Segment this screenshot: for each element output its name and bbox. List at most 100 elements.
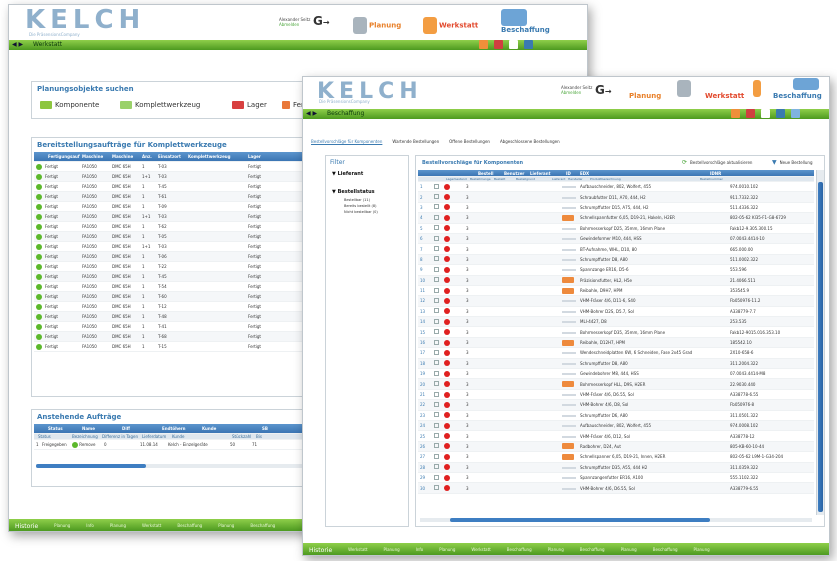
row-checkbox[interactable] — [432, 246, 442, 252]
footer-link[interactable]: Planung — [548, 547, 564, 552]
row-checkbox[interactable] — [432, 225, 442, 231]
table-row[interactable]: Fertigt FA1050 DMC 65H 1 T-22 Fertigt — [34, 262, 310, 272]
table-row[interactable]: 24 3 Aufbauschneider, 802, Wolfert, 455 97… — [418, 420, 814, 432]
grid-icon[interactable] — [776, 109, 785, 118]
row-checkbox[interactable] — [432, 235, 442, 242]
footer-link[interactable]: Beschaffung — [507, 547, 532, 552]
filter-option[interactable]: Nicht bestellbar (0) — [326, 209, 408, 215]
table-row[interactable]: 26 3 Radbohrer, D24, Aut 805-KB-60-10-44 — [418, 441, 814, 453]
footer-link[interactable]: Werkstatt — [348, 547, 367, 552]
row-checkbox[interactable] — [432, 339, 442, 346]
table-row[interactable]: 10 3 Präzisionsfutter, HL2, H5e 21.4066.51… — [418, 275, 814, 286]
row-checkbox[interactable] — [432, 349, 442, 356]
row-checkbox[interactable] — [432, 485, 442, 491]
logout-icon[interactable]: G→ — [595, 83, 612, 97]
table-row[interactable]: 7 3 BT-Aufnahme, WHL, D10, 80 665.000.00 — [418, 244, 814, 255]
table-row[interactable]: Fertigt FA1050 DMC 65H 1 T-06 Fertigt — [34, 252, 310, 262]
logout-icon[interactable]: G→ — [313, 14, 330, 28]
table-row[interactable]: 23 3 Schrumpffutter D6, A80 311.0501.322 — [418, 411, 814, 421]
table-row[interactable]: Fertigt FA1050 DMC 65H 1 T-12 Fertigt — [34, 302, 310, 312]
col-header[interactable]: ID — [564, 171, 578, 176]
table-row[interactable]: Fertigt FA1050 DMC 65H 1+1 T-03 Fertigt — [34, 212, 310, 222]
table-row[interactable]: Fertigt FA1050 DMC 65H 1 T-48 Fertigt — [34, 312, 310, 322]
footer-link[interactable]: Historie — [15, 523, 38, 530]
footer-link[interactable]: Beschaffung — [250, 523, 275, 528]
scroll-thumb[interactable] — [450, 518, 710, 522]
col-header[interactable]: Status — [34, 426, 80, 431]
footer-link[interactable]: Planung — [110, 523, 126, 528]
tab-offene[interactable]: Offene Bestellungen — [449, 139, 490, 144]
pending-row[interactable]: 1 Freigegeben Remove 0 11.08.14 Kelch - … — [34, 440, 310, 450]
logout-link[interactable]: Abmelden — [279, 22, 310, 27]
col-header[interactable]: Einsatzort — [156, 154, 186, 159]
row-checkbox[interactable] — [432, 183, 442, 190]
footer-link[interactable]: Beschaffung — [580, 547, 605, 552]
table-row[interactable]: 19 3 Gewindebohrer M8, 444, HSS 07.0043.44… — [418, 369, 814, 380]
col-header[interactable]: Endtöhern — [160, 426, 200, 431]
truck-small-icon[interactable] — [791, 109, 800, 118]
col-header[interactable]: Anz. — [140, 154, 156, 159]
footer-link[interactable]: Planung — [439, 547, 455, 552]
row-checkbox[interactable] — [432, 214, 442, 221]
table-row[interactable]: Fertigt FA1050 DMC 65H 1 T-45 Fertigt — [34, 182, 310, 192]
lager-button[interactable]: Lager — [232, 101, 267, 109]
komponente-button[interactable]: Komponente — [40, 101, 99, 109]
footer-link[interactable]: Planung — [218, 523, 234, 528]
row-checkbox[interactable] — [432, 266, 442, 273]
table-row[interactable]: 20 3 Bohrmesserkopf HLL, D9S, H2ER 22.9030… — [418, 379, 814, 390]
module-beschaffung[interactable]: Beschaffung — [501, 9, 550, 34]
table-row[interactable]: 18 3 Schrumpffutter D8, A80 311.2004.322 — [418, 358, 814, 370]
tab-abgeschlossene[interactable]: Abgeschlossene Bestellungen — [500, 139, 560, 144]
col-header[interactable]: Komplettwerkzeug — [186, 154, 246, 159]
filter-group-bestellstatus[interactable]: ▼ Bestellstatus — [326, 187, 408, 197]
table-row[interactable]: 21 3 VHM-Fräser 4/6, D6.55, Sol A338778-6.… — [418, 390, 814, 401]
col-header[interactable]: Fertigungsauftrag — [34, 154, 80, 159]
row-checkbox[interactable] — [432, 329, 442, 335]
flag-icon[interactable] — [746, 109, 755, 118]
row-checkbox[interactable] — [432, 464, 442, 470]
table-row[interactable]: 4 3 Schnellspannfutter 6,05, D19-21, Hake… — [418, 213, 814, 224]
pending-hscroll[interactable] — [36, 464, 312, 468]
table-row[interactable]: 30 3 VHM-Bohrer 4/6, D6.55, Sol A338779-6.… — [418, 483, 814, 494]
tool-icon[interactable] — [479, 40, 488, 49]
table-row[interactable]: 6 3 Gewindeformer M10, 444, HSS 07.0043.44… — [418, 233, 814, 245]
col-header[interactable]: Bestell — [476, 171, 502, 176]
table-row[interactable]: 12 3 VHM-Fräser 4/6, D11-6, S40 Fb050976-1… — [418, 296, 814, 307]
refresh-proposals-button[interactable]: ⟳ Bestellvorschläge aktualisieren — [682, 159, 752, 166]
table-row[interactable]: Fertigt FA1050 DMC 65H 1 T-45 Fertigt — [34, 272, 310, 282]
komplettwerkzeug-button[interactable]: Komplettwerkzeug — [120, 101, 200, 109]
col-header[interactable]: Kunde — [200, 426, 260, 431]
col-header[interactable]: IDNR — [708, 171, 788, 176]
col-header[interactable]: Maschine — [110, 154, 140, 159]
row-checkbox[interactable] — [432, 277, 442, 283]
table-row[interactable]: 9 3 Spannzange ER16, D5-6 553.596 — [418, 265, 814, 276]
footer-link[interactable]: Historie — [309, 547, 332, 554]
tab-wartende[interactable]: Wartende Bestellungen — [392, 139, 439, 144]
table-row[interactable]: 17 3 Wendeschneidplatten 6W, 6 Schneiden,… — [418, 348, 814, 359]
col-header[interactable]: Lieferant — [528, 171, 564, 176]
table-row[interactable]: 22 3 VHM-Bohrer 4/6, D8, Sol Fb050976-8 — [418, 400, 814, 411]
table-row[interactable]: 29 3 Spannzangenfutter ER16, A100 555.1102… — [418, 473, 814, 484]
row-checkbox[interactable] — [432, 443, 442, 449]
module-werkstatt[interactable]: Werkstatt — [423, 17, 478, 34]
col-header[interactable]: Maschine — [80, 154, 110, 159]
col-header[interactable]: Name — [80, 426, 120, 431]
table-row[interactable]: Fertigt FA1050 DMC 65H 1 T-62 Fertigt — [34, 222, 310, 232]
scroll-thumb[interactable] — [818, 182, 823, 512]
col-header[interactable]: EDX — [578, 171, 708, 176]
table-row[interactable]: 28 3 Schrumpffutter D35, A55, 444 H2 311.0… — [418, 462, 814, 473]
table-row[interactable]: Fertigt FA1050 DMC 65H 1 T-15 Fertigt — [34, 342, 310, 352]
footer-link[interactable]: Planung — [54, 523, 70, 528]
vertical-scrollbar[interactable] — [816, 170, 824, 515]
table-row[interactable]: 5 3 Bohrmesserkopf D25, 35mm, 16mm Plane F… — [418, 224, 814, 234]
footer-link[interactable]: Planung — [384, 547, 400, 552]
grid-icon[interactable] — [524, 40, 533, 49]
table-row[interactable]: 13 3 VHM-Bohrer D2S, D5.7, Sol A338779-7.7 — [418, 307, 814, 318]
row-checkbox[interactable] — [432, 433, 442, 439]
row-checkbox[interactable] — [432, 308, 442, 314]
table-row[interactable]: 1 3 Aufbauschneider, 802, Wolfert, 455 974… — [418, 182, 814, 193]
row-checkbox[interactable] — [432, 474, 442, 481]
table-row[interactable]: Fertigt FA1050 DMC 65H 1 T-09 Fertigt — [34, 202, 310, 212]
table-row[interactable]: 15 3 Bohrmesserkopf D35, 35mm, 16mm Plane… — [418, 327, 814, 338]
table-row[interactable]: 27 3 Schnellspanner 6,05, D19-21, Innen, … — [418, 452, 814, 463]
